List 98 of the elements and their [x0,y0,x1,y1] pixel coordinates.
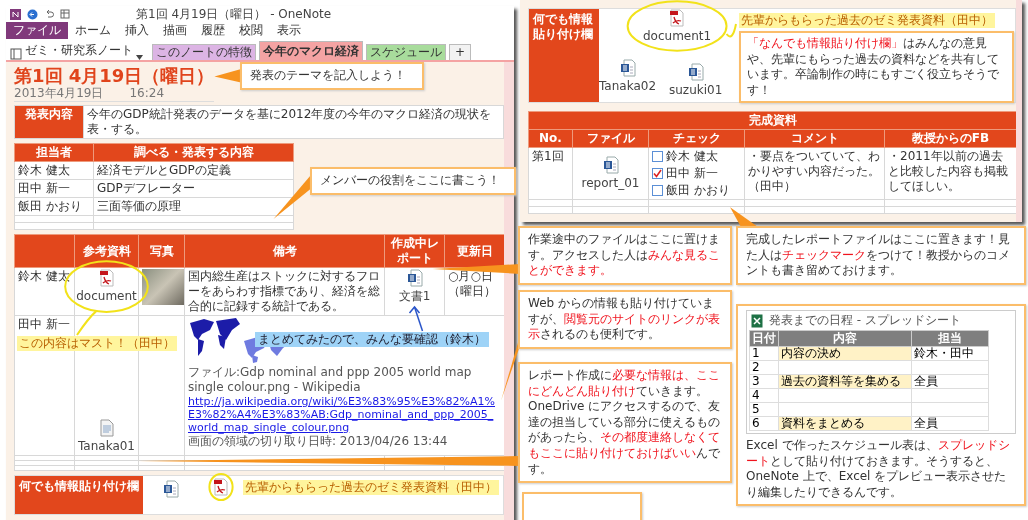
table-cell: 全員 [911,416,989,431]
checkbox-label: 飯田 かおり [666,183,730,198]
clip-title: ファイル:Gdp nominal and ppp 2005 world map single colour.png - Wikipedia [188,365,473,395]
check-icon [653,169,662,178]
table-cell: 第1回 [528,147,573,200]
undo-icon[interactable] [44,9,54,19]
caret-icon[interactable] [136,55,143,60]
sheet-title: 発表までの日程 - スプレッドシート [769,313,961,328]
column-header [14,234,75,268]
column-header: 更新日 [444,234,505,268]
table-cell: 3 [749,374,779,389]
page-date: 2013年4月19日 [14,86,104,101]
column-header: 作成中レポート [384,234,445,268]
callout-pointer [214,68,242,83]
window-title: 第1回 4月19日（曜日） - OneNote [136,6,332,23]
callout-text: 発表のテーマを記入しよう！ [250,68,407,84]
menu-tab[interactable]: ホーム [68,22,118,39]
column-header: 写真 [138,234,185,268]
section-tab[interactable]: このノートの特徴 [152,44,256,60]
table-cell: 田中 新一 [14,179,94,198]
sticky-note: まとめてみたので、みんな要確認（鈴木） [255,332,489,347]
callout-text: 完成したレポートファイルはここに置きます！見た人はチェックマーク をつけて！教授からのコメントも書き留めておけます。 [746,232,1011,279]
column-header: 参考資料 [74,234,139,268]
callout-text: Web からの情報も貼り付けていますが、閲覧元のサイトのリンクが表示されるのも便利です。 [528,296,721,343]
column-header: 調べる・発表する内容 [93,143,294,162]
page-time: 16:24 [129,86,165,101]
document-icon[interactable] [687,63,704,81]
ink-line [725,23,737,38]
back-icon[interactable] [27,8,38,20]
section-tab[interactable]: 今年のマクロ経済 [259,41,363,60]
ink-arrow [408,305,424,332]
ink-line [76,309,98,336]
page-title: 第1回 4月19日（曜日） [14,65,215,86]
column-header: 担当者 [14,143,94,162]
callout-text: 「なんでも情報貼り付け欄」はみんなの意見や、先輩にもらった過去の資料などを共有しています。卒論制作の時にもすごく役立ちそうです！ [747,36,1000,99]
file-name: Tanaka01 [78,439,135,454]
file-name: document1 [643,29,712,43]
section-tab[interactable]: スケジュール [366,44,446,60]
pdf-icon[interactable] [98,269,115,287]
callout-text: 作業途中のファイルはここに置けます。アクセスした人はみんな見ることができます。 [528,232,721,279]
toolbar-icon[interactable] [60,9,70,19]
panel-label: 何でも情報貼り付け欄 [15,476,143,514]
column-header: 備考 [184,234,385,268]
menu-tab[interactable]: 描画 [156,22,194,39]
app-icon[interactable] [10,8,21,20]
table-cell: 1 [749,346,779,361]
row-header: 発表内容 [14,105,84,139]
callout-text: レポート作成に必要な情報は、ここにどんどん貼り付けていきます。 OneDrive にアクセスするので、友達の担当している部分に使えるものがあったら、その都度連絡しなくてもここに貼り付けておけばいいんです。 [528,368,722,478]
table-cell: 全員 [911,374,989,389]
pdf-icon[interactable] [213,478,229,496]
table-cell: 今年のGDP統計発表のデータを基に2012年度の今年のマクロ経済の現状を表・する。 [83,105,504,139]
sticky-note: 先輩からもらった過去のゼミ発表資料（田中） [739,13,995,28]
document-icon[interactable] [163,480,179,498]
callout-text: Excel で作ったスケジュール表は、スプレッドシート として貼り付けておきます。そうすると、OneNote 上で、Excel をプレビュー表示させたり編集したりできるんです。 [746,438,1011,501]
table-cell: 5 [749,402,779,417]
file-name: report_01 [581,176,640,191]
checkbox-label: 田中 新一 [666,166,718,181]
table-cell: 4 [749,388,779,403]
file-name: 文書1 [398,289,431,304]
sticky-note: この内容はマスト！（田中） [17,336,177,351]
checkbox[interactable] [652,185,663,196]
column-header: 担当 [911,330,989,347]
table-cell: 鈴木・田中 [911,346,989,361]
menu-tab[interactable]: 履歴 [194,22,232,39]
note-text: 国内総生産はストックに対するフローをあらわす指標であり、経済を総合的に記録する統計である。 [188,269,381,314]
clip-time: 画面の領域の切り取り日時: 2013/04/26 13:44 [188,434,449,449]
checkbox-label: 鈴木 健太 [666,149,718,164]
add-section-tab[interactable]: + [449,44,472,60]
document-icon[interactable] [406,269,423,287]
file-name: document [76,289,137,304]
callout-text: メンバーの役割をここに書こう！ [320,173,501,189]
pdf-icon[interactable] [669,9,686,27]
column-header: 内容 [778,330,912,347]
sticky-note: 先輩からもらった過去のゼミ発表資料（田中） [243,480,499,495]
file-name: suzuki01 [669,83,723,97]
table-cell: 6 [749,416,779,431]
table-cell: 経済モデルとGDPの定義 [93,161,294,180]
notebook-name[interactable]: ゼミ・研究系ノート [25,41,133,60]
table-cell: ・要点をついていて、わかりやすい内容だった。（田中） [744,147,885,200]
document-icon[interactable] [619,59,636,77]
checkbox[interactable] [652,168,663,179]
table-cell: GDPデフレーター [93,179,294,198]
notebook-icon[interactable] [10,48,22,60]
table-cell: 2 [749,360,779,375]
table-cell: 鈴木 健太 [14,161,94,180]
link[interactable]: http://ja.wikipedia.org/wiki/%E3%83%95%E3%82%A1%E3%82%A4%E3%83%AB:Gdp_nominal_and_ppp_2005_world_map_single_colour.png [188,395,501,434]
menu-tab[interactable]: 表示 [270,22,308,39]
menu-tab[interactable]: ファイル [6,22,68,39]
document-icon[interactable] [602,156,619,174]
spreadsheet-icon [751,313,763,328]
checkbox[interactable] [652,151,663,162]
table-cell: 飯田 かおり [14,197,94,216]
menu-tab[interactable]: 挿入 [118,22,156,39]
column-header: 日付 [749,330,779,347]
file-name: Tanaka02 [599,79,657,93]
table-title: 完成資料 [528,111,1017,130]
panel-label: 何でも情報貼り付け欄 [529,9,599,102]
menu-tab[interactable]: 校閲 [232,22,270,39]
